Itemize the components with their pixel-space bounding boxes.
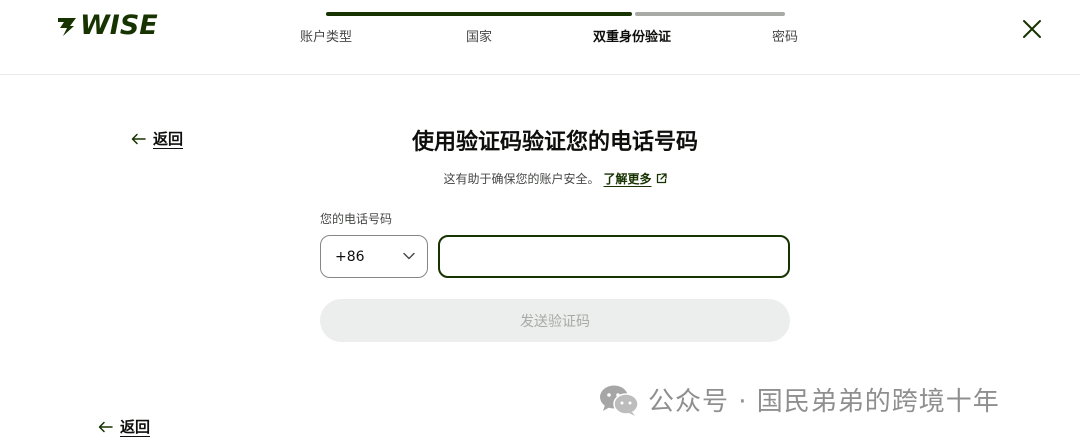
country-code-select[interactable]: +86 <box>320 235 428 278</box>
subtitle-text: 这有助于确保您的账户安全。 <box>443 172 600 186</box>
top-header: WISE 账户类型 国家 双重身份验证 密码 <box>0 0 1080 75</box>
wechat-watermark: 公众号 · 国民弟弟的跨境十年 <box>598 381 1000 418</box>
progress-bar-remaining <box>635 12 785 16</box>
chevron-down-icon <box>403 252 415 260</box>
wechat-icon <box>600 385 639 416</box>
step-account-type: 账户类型 <box>299 30 353 45</box>
progress-stepper: 账户类型 国家 双重身份验证 密码 <box>0 0 1080 60</box>
step-country: 国家 <box>465 30 493 45</box>
close-icon[interactable] <box>1019 16 1045 42</box>
external-link-icon <box>656 173 667 184</box>
send-code-button[interactable]: 发送验证码 <box>320 299 790 342</box>
back-label: 返回 <box>120 418 151 436</box>
phone-number-input[interactable] <box>438 235 790 278</box>
learn-more-label: 了解更多 <box>603 172 652 186</box>
back-link-bottom[interactable]: 返回 <box>98 416 150 437</box>
phone-field-label: 您的电话号码 <box>320 212 393 226</box>
arrow-left-icon <box>98 421 113 432</box>
arrow-left-icon <box>131 133 146 144</box>
step-two-factor: 双重身份验证 <box>592 30 672 45</box>
step-password: 密码 <box>771 30 799 45</box>
page-subtitle: 这有助于确保您的账户安全。 了解更多 <box>320 170 790 187</box>
back-label: 返回 <box>153 130 184 148</box>
watermark-text: 公众号 · 国民弟弟的跨境十年 <box>648 387 1000 417</box>
page-title: 使用验证码验证您的电话号码 <box>411 130 698 155</box>
back-link-top[interactable]: 返回 <box>131 128 183 149</box>
learn-more-link[interactable]: 了解更多 <box>604 172 667 186</box>
country-code-value: +86 <box>335 248 365 265</box>
progress-bar-completed <box>326 12 632 16</box>
